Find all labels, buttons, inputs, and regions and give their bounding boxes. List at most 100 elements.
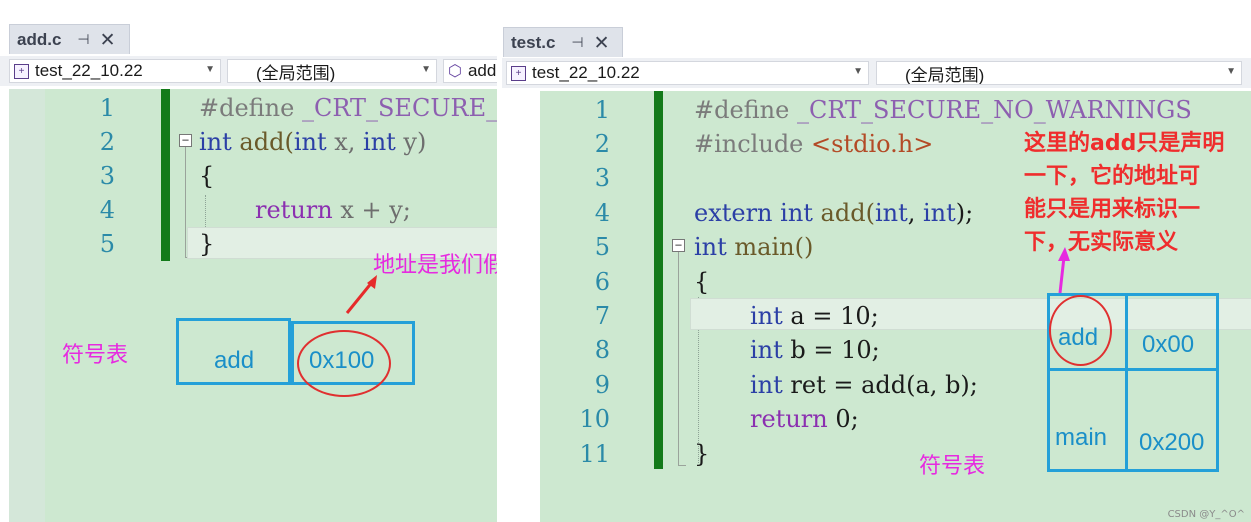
- punctuation: ,: [907, 199, 923, 227]
- parameter: y): [395, 128, 427, 156]
- tab-add-c[interactable]: add.c ⊣ ✕: [9, 24, 130, 54]
- navigation-bar: + test_22_10.22 ▼ (全局范围) ▼: [502, 58, 1251, 88]
- fold-guide-end: [678, 465, 686, 466]
- code-line-1: #define _CRT_SECURE_NO_WARNINGS: [694, 93, 1192, 127]
- project-icon: +: [14, 63, 29, 79]
- header-name: <stdio.h>: [803, 130, 934, 158]
- symbol-name-cell: [1047, 368, 1128, 472]
- member-name: add: [467, 61, 497, 80]
- line-number: 11: [579, 440, 610, 468]
- project-name: test_22_10.22: [35, 61, 143, 80]
- tab-test-c[interactable]: test.c ⊣ ✕: [503, 27, 623, 57]
- statement: 0;: [827, 405, 859, 433]
- keyword: int: [772, 199, 813, 227]
- scope-name: (全局范围): [256, 63, 336, 83]
- annotation-declaration-note: 这里的add只是声明 一下，它的地址可 能只是用来标识一 下，无实际意义: [1024, 127, 1251, 259]
- change-indicator-bar: [161, 89, 170, 261]
- keyword: return: [750, 405, 828, 433]
- navigation-bar: + test_22_10.22 ▼ (全局范围) ▼ ⬡ add: [0, 56, 497, 86]
- editor-pane-test-c: test.c ⊣ ✕ + test_22_10.22 ▼ (全局范围) ▼ 1 …: [502, 0, 1251, 522]
- scope-dropdown[interactable]: (全局范围) ▼: [876, 61, 1242, 85]
- fold-guide: [185, 147, 186, 257]
- collapse-icon[interactable]: −: [179, 134, 192, 147]
- macro-name: _CRT_SECURE_NO_WARNINGS: [789, 96, 1192, 124]
- collapse-icon[interactable]: −: [672, 239, 685, 252]
- close-icon[interactable]: ✕: [100, 29, 116, 51]
- annotation-address-note: 地址是我们假设的: [373, 253, 497, 278]
- code-line-4: return x + y;: [255, 193, 411, 227]
- line-number: 3: [99, 162, 115, 190]
- line-number: 1: [99, 94, 115, 122]
- symbol-name: main: [1055, 424, 1108, 451]
- code-line-8: int b = 10;: [750, 333, 880, 367]
- line-number: 5: [594, 233, 610, 261]
- scope-name: (全局范围): [905, 65, 985, 85]
- line-number: 1: [594, 96, 610, 124]
- project-dropdown[interactable]: + test_22_10.22 ▼: [9, 59, 221, 83]
- pin-icon[interactable]: ⊣: [571, 35, 583, 51]
- code-editor[interactable]: 1 2 3 4 5 − #define _CRT_SECURE_NO_WARNI…: [9, 89, 497, 522]
- keyword: int: [750, 302, 783, 330]
- statement: ret = add(a, b);: [782, 371, 978, 399]
- keyword: int: [363, 128, 396, 156]
- parameter: x,: [326, 128, 364, 156]
- line-number: 10: [579, 405, 610, 433]
- tab-title: add.c: [17, 29, 62, 49]
- line-number: 8: [594, 336, 610, 364]
- note-line: 能只是用来标识一: [1024, 197, 1201, 222]
- keyword: int: [694, 233, 727, 261]
- editor-pane-add-c: add.c ⊣ ✕ + test_22_10.22 ▼ (全局范围) ▼ ⬡ a…: [0, 0, 497, 522]
- chevron-down-icon: ▼: [1226, 66, 1236, 77]
- scope-dropdown[interactable]: (全局范围) ▼: [227, 59, 437, 83]
- line-number: 4: [99, 196, 115, 224]
- preprocessor-directive: #define: [694, 96, 790, 124]
- punctuation: );: [955, 199, 974, 227]
- keyword: extern: [694, 199, 773, 227]
- code-line-2: #include <stdio.h>: [694, 127, 933, 161]
- function-name: add(: [231, 128, 294, 156]
- line-number: 6: [594, 268, 610, 296]
- code-line-11: }: [694, 440, 710, 468]
- line-number: 9: [594, 371, 610, 399]
- note-line: 这里的add只是声明: [1024, 131, 1225, 156]
- preprocessor-directive: #define: [199, 94, 295, 122]
- symbol-address: 0x00: [1142, 331, 1195, 358]
- annotation-arrow: [1058, 247, 1070, 294]
- preprocessor-directive: #include: [694, 130, 804, 158]
- code-line-5: int main(): [694, 230, 813, 264]
- chevron-down-icon: ▼: [205, 64, 215, 75]
- keyword: int: [923, 199, 956, 227]
- highlight-circle: [1049, 295, 1112, 366]
- function-name: add(: [812, 199, 875, 227]
- macro-name: _CRT_SECURE_NO_WARNINGS: [301, 94, 497, 122]
- code-editor[interactable]: 1 2 3 4 5 6 7 8 9 10 11 − #define _CRT_S…: [540, 91, 1251, 522]
- note-line: 一下，它的地址可: [1024, 164, 1201, 189]
- keyword: int: [874, 199, 908, 227]
- tab-strip: test.c ⊣ ✕: [502, 0, 1251, 57]
- statement: b = 10;: [782, 336, 880, 364]
- cube-icon: ⬡: [448, 63, 462, 80]
- line-number: 2: [594, 130, 610, 158]
- project-dropdown[interactable]: + test_22_10.22 ▼: [506, 61, 869, 85]
- fold-guide: [678, 252, 679, 465]
- code-line-7: int a = 10;: [750, 299, 879, 333]
- keyword: int: [293, 128, 327, 156]
- watermark: CSDN @Y_^O^: [1167, 509, 1245, 520]
- code-line-3: {: [199, 162, 215, 190]
- symbol-table-label: 符号表: [62, 343, 129, 368]
- annotation-arrow: [345, 275, 377, 314]
- function-name: main(): [726, 233, 814, 261]
- project-icon: +: [511, 65, 526, 81]
- keyword: int: [750, 336, 783, 364]
- line-number: 5: [99, 230, 115, 258]
- keyword: int: [750, 371, 783, 399]
- tab-title: test.c: [511, 32, 556, 52]
- pin-icon[interactable]: ⊣: [77, 32, 89, 48]
- chevron-down-icon: ▼: [421, 64, 431, 75]
- close-icon[interactable]: ✕: [594, 32, 610, 54]
- member-dropdown[interactable]: ⬡ add: [443, 59, 497, 83]
- project-name: test_22_10.22: [532, 63, 640, 82]
- chevron-down-icon: ▼: [853, 66, 863, 77]
- line-number: 7: [594, 302, 610, 330]
- expression: x + y;: [332, 196, 411, 224]
